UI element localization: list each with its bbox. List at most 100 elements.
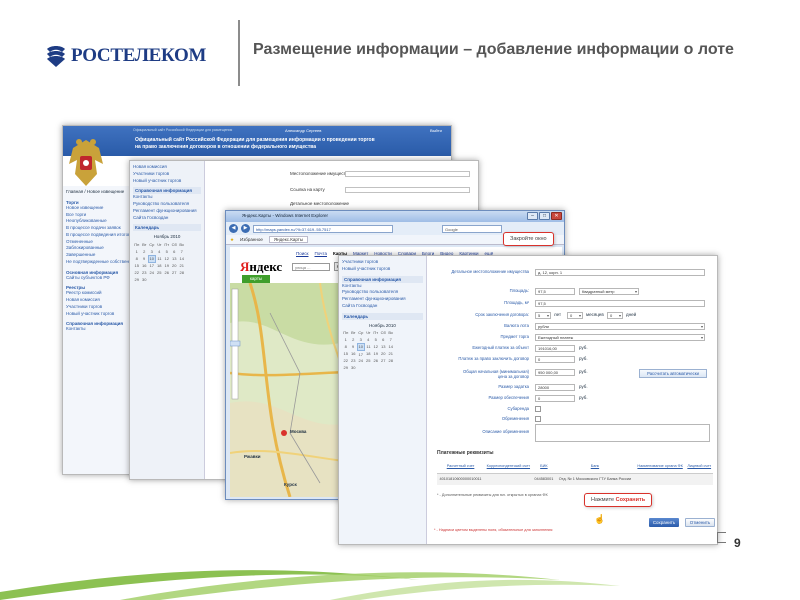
calendar-day[interactable]: 16 (141, 262, 149, 269)
calendar-day[interactable]: 24 (148, 269, 156, 276)
sidebar-item[interactable]: Регламент функционирования (133, 208, 201, 215)
sidebar-item[interactable]: Заблокированные (66, 245, 127, 252)
back-icon[interactable]: ◀ (229, 224, 238, 233)
column-header[interactable]: Наименование органа ФК (634, 459, 686, 474)
favorites-label[interactable]: Избранное (240, 237, 263, 242)
calendar-day[interactable]: 18 (156, 262, 164, 269)
calendar-day[interactable]: 30 (350, 364, 358, 371)
calendar-day[interactable]: 19 (163, 262, 171, 269)
calendar-day[interactable]: 6 (380, 336, 388, 343)
calendar-day[interactable]: 15 (133, 262, 141, 269)
calendar-day[interactable]: 12 (163, 255, 171, 262)
sidebar-item[interactable]: Реестр комиссий (66, 290, 127, 297)
calendar-day[interactable]: 29 (342, 364, 350, 371)
calendar-day[interactable]: 8 (342, 343, 350, 350)
url-field[interactable]: http://maps.yandex.ru/?ll=37.619..55.751… (253, 224, 393, 233)
calendar-day[interactable]: 24 (357, 357, 365, 364)
calendar-day[interactable]: 27 (171, 269, 179, 276)
sidebar-item[interactable]: Завершенные (66, 252, 127, 259)
calendar-day[interactable]: 28 (178, 269, 186, 276)
calendar-day[interactable]: 6 (171, 248, 179, 255)
calendar-day[interactable]: 13 (171, 255, 179, 262)
sidebar-item[interactable]: Сайта Госвоздан (133, 215, 201, 222)
sidebar-item[interactable]: Контакты (342, 283, 423, 290)
calculate-auto-button[interactable]: Рассчитать автоматически (639, 369, 707, 378)
sidebar-item[interactable]: Участники торгов (342, 259, 423, 266)
cancel-button[interactable]: Отменить (685, 518, 715, 527)
column-header[interactable]: Корреспондентский счет (484, 459, 533, 474)
yandex-menu-item[interactable]: Почта (314, 251, 327, 256)
sidebar-item[interactable]: Участники торгов (66, 304, 127, 311)
column-header[interactable]: Банк (555, 459, 635, 474)
calendar-day[interactable]: 28 (387, 357, 395, 364)
calendar-day[interactable]: 3 (357, 336, 365, 343)
area-input[interactable]: 97,5 (535, 288, 575, 295)
sidebar-item[interactable]: Не подтвержденные собственником (66, 259, 142, 266)
sidebar-item[interactable]: Новый участник торгов (133, 178, 201, 185)
annual-payment-input[interactable]: 191016,00 (535, 345, 575, 352)
calendar-day[interactable]: 17 (148, 262, 156, 269)
detail-location-input[interactable]: д. 12, корп. 1 (535, 269, 705, 276)
calendar-day[interactable]: 13 (380, 343, 388, 350)
sidebar-item[interactable]: Контакты (66, 326, 127, 333)
calendar-day[interactable]: 16 (350, 350, 358, 357)
forward-icon[interactable]: ▶ (241, 224, 250, 233)
sidebar-item[interactable]: Новая комиссия (133, 164, 201, 171)
calendar-day[interactable]: 26 (163, 269, 171, 276)
star-icon[interactable]: ★ (230, 237, 234, 243)
sidebar-item[interactable]: Новый участник торгов (66, 311, 127, 318)
map-search-input[interactable]: улица ... (292, 263, 330, 271)
sidebar-item[interactable]: Новая комиссия (66, 297, 127, 304)
calendar-day[interactable]: 14 (387, 343, 395, 350)
sidebar-item[interactable]: Новое извещение (66, 205, 127, 212)
portal-tiny-link[interactable]: Официальный сайт Российской Федерации дл… (133, 128, 232, 132)
term-months-select[interactable]: 0 (567, 312, 583, 319)
calendar-day[interactable]: 4 (156, 248, 164, 255)
term-years-select[interactable]: 5 (535, 312, 551, 319)
calendar-day[interactable]: 8 (133, 255, 141, 262)
calendar-day[interactable]: 9 (350, 343, 358, 350)
calendar-day[interactable]: 25 (365, 357, 373, 364)
calendar-day[interactable]: 23 (350, 357, 358, 364)
calendar-day[interactable]: 26 (372, 357, 380, 364)
calendar-day[interactable]: 3 (148, 248, 156, 255)
location-input[interactable] (345, 171, 470, 177)
sublease-checkbox[interactable] (535, 406, 541, 412)
browser-search-field[interactable]: Google (442, 224, 502, 233)
calendar-day[interactable]: 11 (365, 343, 373, 350)
calendar-day[interactable]: 20 (380, 350, 388, 357)
calendar-day[interactable]: 15 (342, 350, 350, 357)
calendar-day[interactable]: 20 (171, 262, 179, 269)
subject-select[interactable]: Ежегодный платеж (535, 334, 705, 341)
calendar-day[interactable]: 7 (387, 336, 395, 343)
calendar-day[interactable]: 5 (163, 248, 171, 255)
sidebar-item[interactable]: В процессе подведения итогов (66, 232, 130, 239)
encumbrance-checkbox[interactable] (535, 416, 541, 422)
save-button[interactable]: Сохранить (649, 518, 679, 527)
calendar-day[interactable]: 18 (365, 350, 373, 357)
encumbrance-description-textarea[interactable] (535, 424, 710, 442)
sidebar-item[interactable]: Руководство пользователя (133, 201, 201, 208)
area-m2-input[interactable]: 97,5 (535, 300, 705, 307)
column-header[interactable]: БИК (532, 459, 556, 474)
yandex-menu-item[interactable]: Поиск (296, 251, 308, 256)
calendar-day[interactable]: 21 (387, 350, 395, 357)
map-link-input[interactable] (345, 187, 470, 193)
calendar-day[interactable]: 25 (156, 269, 164, 276)
sidebar-item[interactable]: Руководство пользователя (342, 289, 423, 296)
calendar-day[interactable]: 30 (141, 276, 149, 283)
calendar-day[interactable]: 7 (178, 248, 186, 255)
currency-select[interactable]: рубли (535, 323, 705, 330)
deposit-input[interactable]: 28000 (535, 384, 575, 391)
sidebar-item[interactable]: В процессе подачи заявок (66, 225, 127, 232)
total-price-input[interactable]: 950 000,00 (535, 369, 575, 376)
calendar-day[interactable]: 5 (372, 336, 380, 343)
sidebar-item[interactable]: Неопубликованные (66, 218, 127, 225)
yandex-logo[interactable]: Яндекс (240, 259, 282, 275)
calendar-day[interactable]: 11 (156, 255, 164, 262)
sidebar-item[interactable]: Сайты субъектов РФ (66, 275, 127, 282)
right-payment-input[interactable]: 0 (535, 356, 575, 363)
sidebar-item[interactable]: Контакты (133, 194, 201, 201)
user-name[interactable]: Александр Сергеев (285, 128, 321, 133)
calendar-day[interactable]: 22 (342, 357, 350, 364)
